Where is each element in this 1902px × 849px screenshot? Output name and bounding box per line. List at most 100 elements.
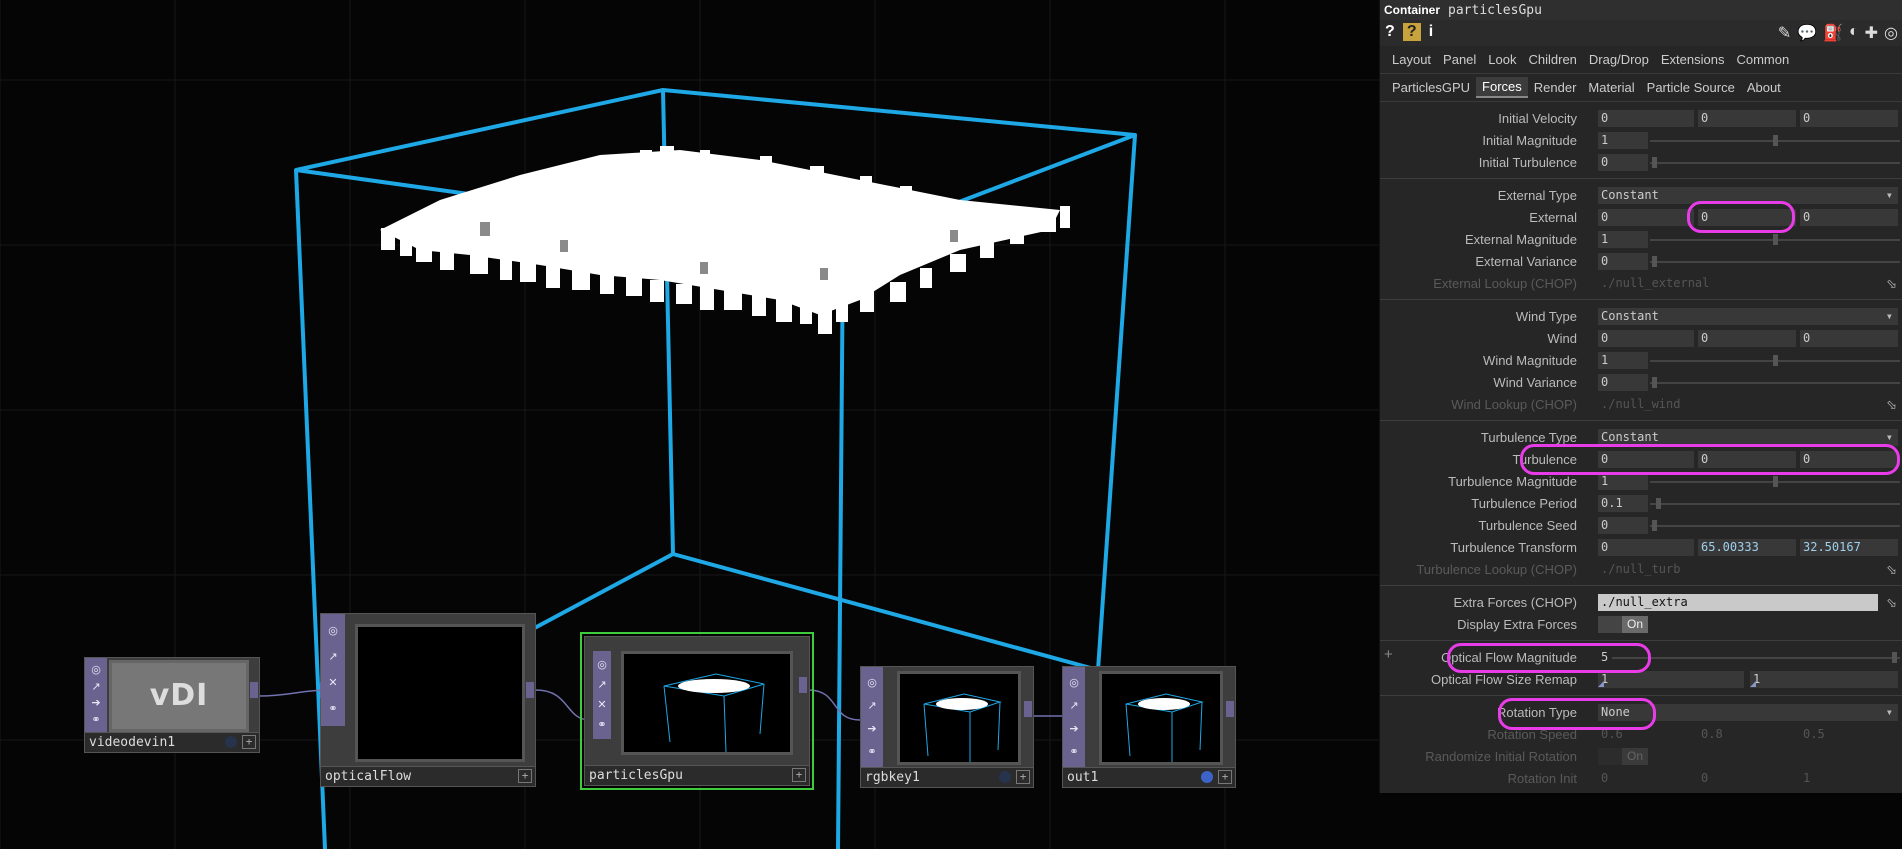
turbulence-seed-slider[interactable]	[1650, 525, 1900, 527]
output-connector[interactable]	[799, 677, 807, 693]
arrow-right-icon[interactable]: ➔	[1067, 722, 1081, 736]
wind-magnitude-field[interactable]: 1	[1598, 352, 1648, 369]
wind-lookup-field[interactable]: ./null_wind	[1598, 396, 1888, 413]
node-name[interactable]: out1 +	[1063, 767, 1235, 787]
turbulence-period-slider[interactable]	[1650, 503, 1900, 505]
slider-knob[interactable]	[1652, 377, 1657, 388]
tab-render[interactable]: Render	[1528, 78, 1583, 97]
external-variance-field[interactable]: 0	[1598, 253, 1648, 270]
initial-turbulence-slider[interactable]	[1650, 162, 1900, 164]
wind-type-menu[interactable]: Constant	[1598, 308, 1898, 325]
tab-drag-drop[interactable]: Drag/Drop	[1583, 50, 1655, 69]
output-connector[interactable]	[1024, 701, 1032, 717]
slider-knob[interactable]	[1656, 498, 1661, 509]
wind-variance-slider[interactable]	[1650, 382, 1900, 384]
viewer-active-icon[interactable]	[999, 771, 1011, 783]
pencil-icon[interactable]: ↗	[595, 678, 609, 692]
slider-knob[interactable]	[1773, 135, 1778, 146]
clone-icon[interactable]: ⚭	[595, 718, 609, 732]
output-connector[interactable]	[1226, 701, 1234, 717]
turbulence-lookup-field[interactable]: ./null_turb	[1598, 561, 1888, 578]
wind-y[interactable]: 0	[1698, 330, 1796, 347]
info-icon[interactable]: i	[1429, 23, 1433, 41]
output-connector[interactable]	[526, 682, 534, 698]
chop-arrow-icon[interactable]: ⬂	[1886, 276, 1897, 292]
external-variance-slider[interactable]	[1650, 261, 1900, 263]
node-name[interactable]: rgbkey1 +	[861, 767, 1033, 787]
turbulence-transform-z[interactable]: 32.50167	[1800, 539, 1898, 556]
initial-velocity-x[interactable]: 0	[1598, 110, 1694, 127]
viewer-active-icon[interactable]	[225, 736, 237, 748]
target-icon[interactable]: ◎	[1884, 23, 1898, 43]
optical-flow-size-remap-max[interactable]: 1	[1750, 671, 1898, 688]
arrow-right-icon[interactable]: ➔	[865, 722, 879, 736]
node-videodevin1[interactable]: ◎ ↗ ➔ ⚭ vDI videodevin1 +	[84, 657, 260, 753]
python-icon[interactable]: ◐	[1849, 23, 1859, 43]
add-icon[interactable]: +	[1016, 770, 1030, 784]
add-icon[interactable]: +	[792, 768, 806, 782]
clone-icon[interactable]: ⚭	[1067, 745, 1081, 759]
wind-x[interactable]: 0	[1598, 330, 1694, 347]
node-rgbkey1[interactable]: ◎ ↗ ➔ ⚭ rgbkey1 +	[860, 666, 1034, 788]
tab-forces[interactable]: Forces	[1476, 77, 1528, 98]
tab-material[interactable]: Material	[1582, 78, 1640, 97]
randomize-initial-rotation-toggle[interactable]: On	[1598, 748, 1648, 765]
viewer-flag-icon[interactable]: ◎	[1067, 676, 1081, 690]
slider-knob[interactable]	[1892, 652, 1897, 663]
wind-variance-field[interactable]: 0	[1598, 374, 1648, 391]
tab-about[interactable]: About	[1741, 78, 1787, 97]
add-icon[interactable]: +	[518, 769, 532, 783]
turbulence-transform-y[interactable]: 65.00333	[1698, 539, 1796, 556]
bucket-icon[interactable]: ⛽	[1823, 23, 1843, 43]
input-connector[interactable]	[320, 682, 328, 698]
node-out1[interactable]: ◎ ↗ ➔ ⚭ out1 +	[1062, 666, 1236, 788]
rotation-speed-z[interactable]: 0.5	[1800, 726, 1898, 743]
turbulence-magnitude-field[interactable]: 1	[1598, 473, 1648, 490]
pencil-icon[interactable]: ↗	[89, 680, 103, 694]
python-help-icon[interactable]: ?	[1402, 23, 1421, 41]
viewer-active-icon[interactable]	[1201, 771, 1213, 783]
viewer-flag-icon[interactable]: ◎	[326, 624, 340, 638]
clone-icon[interactable]: ⚭	[89, 713, 103, 727]
tab-layout[interactable]: Layout	[1386, 50, 1437, 69]
clone-icon[interactable]: ⚭	[865, 745, 879, 759]
add-icon[interactable]: +	[1218, 770, 1232, 784]
tab-children[interactable]: Children	[1523, 50, 1583, 69]
initial-magnitude-field[interactable]: 1	[1598, 132, 1648, 149]
node-opticalFlow[interactable]: ◎ ↗ ✕ ⚭ opticalFlow +	[320, 613, 536, 787]
node-name[interactable]: particlesGpu +	[585, 765, 809, 785]
turbulence-period-field[interactable]: 0.1	[1598, 495, 1648, 512]
range-handle-icon[interactable]	[1750, 681, 1756, 687]
tab-look[interactable]: Look	[1482, 50, 1522, 69]
optical-flow-magnitude-slider[interactable]	[1612, 657, 1900, 659]
node-particlesGpu[interactable]: ◎ ↗ ✕ ⚭ particlesGpu +	[580, 632, 814, 790]
comment-icon[interactable]: 💬	[1797, 23, 1817, 43]
rotation-init-x[interactable]: 0	[1598, 770, 1694, 787]
viewer-flag-icon[interactable]: ◎	[595, 658, 609, 672]
external-z[interactable]: 0	[1800, 209, 1898, 226]
turbulence-seed-field[interactable]: 0	[1598, 517, 1648, 534]
chop-arrow-icon[interactable]: ⬂	[1886, 397, 1897, 413]
chop-arrow-icon[interactable]: ⬂	[1886, 562, 1897, 578]
tab-panel[interactable]: Panel	[1437, 50, 1482, 69]
external-x[interactable]: 0	[1598, 209, 1694, 226]
viewer-flag-icon[interactable]: ◎	[865, 676, 879, 690]
add-icon[interactable]: +	[242, 735, 256, 749]
output-connector[interactable]	[250, 682, 258, 698]
rotation-speed-y[interactable]: 0.8	[1698, 726, 1796, 743]
range-handle-icon[interactable]	[1598, 681, 1604, 687]
tab-extensions[interactable]: Extensions	[1655, 50, 1731, 69]
extra-forces-field[interactable]: ./null_extra	[1598, 594, 1878, 611]
help-icon[interactable]: ?	[1385, 23, 1395, 41]
pencil-icon[interactable]: ↗	[1067, 699, 1081, 713]
pencil-icon[interactable]: ↗	[865, 699, 879, 713]
tab-particle-source[interactable]: Particle Source	[1641, 78, 1741, 97]
optical-flow-size-remap-min[interactable]: 1	[1598, 671, 1744, 688]
viewer-flag-icon[interactable]: ◎	[89, 663, 103, 677]
external-magnitude-field[interactable]: 1	[1598, 231, 1648, 248]
slider-knob[interactable]	[1773, 234, 1778, 245]
display-extra-forces-toggle[interactable]: On	[1598, 616, 1648, 633]
close-icon[interactable]: ✕	[326, 676, 340, 690]
clone-icon[interactable]: ⚭	[326, 702, 340, 716]
close-icon[interactable]: ✕	[595, 698, 609, 712]
